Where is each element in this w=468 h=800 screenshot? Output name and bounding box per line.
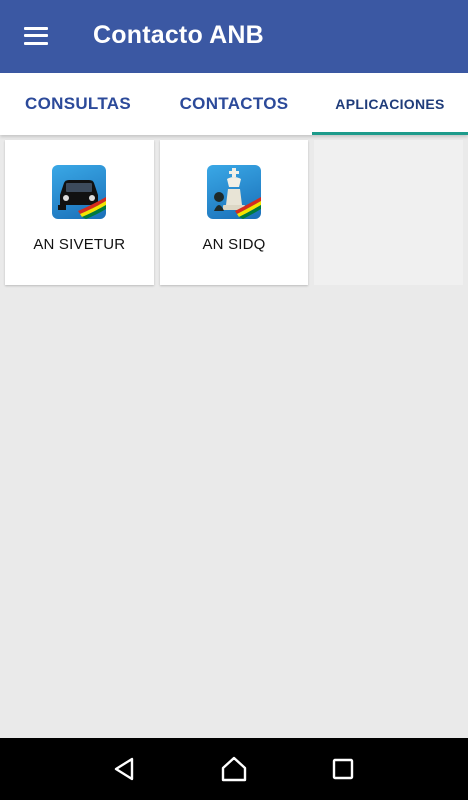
- app-bar: Contacto ANB: [0, 0, 468, 73]
- back-button[interactable]: [105, 749, 145, 789]
- tab-bar: CONSULTAS CONTACTOS APLICACIONES: [0, 73, 468, 135]
- apps-grid: AN SIVETUR AN SIDQ: [5, 140, 464, 285]
- back-triangle-icon: [114, 757, 133, 781]
- app-label-sidq: AN SIDQ: [202, 236, 266, 253]
- tab-aplicaciones-label: APLICACIONES: [335, 96, 445, 112]
- app-card-sidq[interactable]: AN SIDQ: [159, 140, 309, 285]
- recents-square-icon: [333, 758, 354, 780]
- chess-app-icon: [207, 165, 261, 219]
- home-icon: [221, 756, 247, 782]
- menu-button[interactable]: [0, 0, 73, 73]
- tab-indicator: [312, 132, 468, 135]
- recents-button[interactable]: [323, 749, 363, 789]
- app-title: Contacto ANB: [93, 21, 264, 49]
- car-app-icon: [52, 165, 107, 219]
- home-button[interactable]: [214, 749, 254, 789]
- app-card-sivetur[interactable]: AN SIVETUR: [5, 140, 154, 285]
- tab-consultas[interactable]: CONSULTAS: [0, 73, 156, 135]
- tab-contactos[interactable]: CONTACTOS: [156, 73, 312, 135]
- tab-aplicaciones[interactable]: APLICACIONES: [312, 73, 468, 135]
- app-label-sivetur: AN SIVETUR: [33, 236, 126, 253]
- hamburger-menu-icon: [23, 26, 48, 45]
- navigation-bar: [0, 738, 468, 800]
- empty-card: [314, 140, 464, 285]
